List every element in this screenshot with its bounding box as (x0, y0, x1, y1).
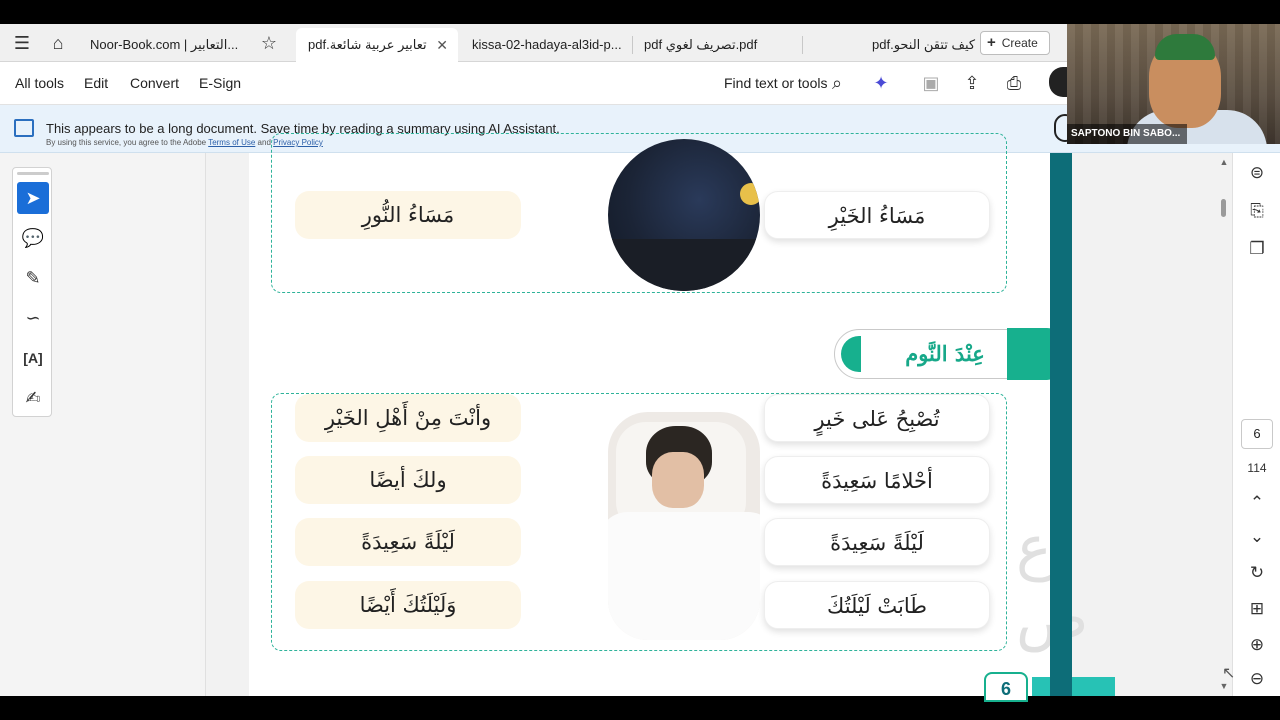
bookmark-icon[interactable]: ⎘ (1245, 199, 1269, 223)
document-summary-icon (14, 119, 34, 137)
video-call-overlay[interactable]: SAPTONO BIN SABO... (1067, 24, 1280, 144)
tab-nahw[interactable]: pdf.كيف تتقن النحو (860, 28, 976, 62)
home-icon[interactable]: ⌂ (47, 32, 69, 54)
tab-label: kissa-02-hadaya-al3id-p... (472, 37, 622, 52)
next-page-icon[interactable]: ⌄ (1245, 525, 1269, 549)
tab-label: pdf.كيف تتقن النحو (872, 37, 976, 52)
section-heading-text: عِنْدَ النَّوم (905, 341, 985, 366)
fit-page-icon[interactable]: ⊞ (1245, 597, 1269, 621)
select-tool-icon[interactable]: ➤ (17, 182, 49, 214)
menu-esign[interactable]: E-Sign (199, 75, 241, 91)
highlight-tool-icon[interactable]: ✎ (17, 262, 49, 294)
quick-tools: ➤ 💬 ✎ ∽ [A] ✍ (12, 167, 52, 417)
phrase-bubble: مَسَاءُ الخَيْرِ (764, 191, 990, 239)
drag-handle[interactable] (17, 172, 49, 175)
scroll-up-icon[interactable]: ▲ (1218, 157, 1230, 167)
blanket (608, 512, 760, 640)
heading-cap (841, 336, 861, 372)
tab-active-document[interactable]: pdf.تعابير عربية شائعة ✕ (296, 28, 458, 62)
plus-icon: + (987, 34, 996, 51)
comment-tool-icon[interactable]: 💬 (17, 222, 49, 254)
phrase-bubble: طَابَتْ لَيْلَتُكَ (764, 581, 990, 629)
pdf-page: مَسَاءُ الخَيْرِ مَسَاءُ النُّورِ عِنْدَ… (249, 133, 1115, 702)
ai-assistant-icon[interactable]: ✦ (869, 71, 893, 95)
sleeping-boy-image (608, 412, 760, 640)
draw-tool-icon[interactable]: ∽ (17, 302, 49, 334)
tab-tasreef[interactable]: pdf تصريف لغوي.pdf (632, 28, 802, 62)
create-button[interactable]: + Create (980, 31, 1050, 55)
left-tool-rail: ➤ 💬 ✎ ∽ [A] ✍ (0, 153, 206, 696)
tab-label: pdf تصريف لغوي.pdf (644, 37, 758, 52)
right-rail: ⊜ ⎘ ❐ 6 114 ⌃ ⌄ ↻ ⊞ ⊕ ⊖ (1232, 153, 1280, 696)
zoom-in-icon[interactable]: ⊕ (1245, 633, 1269, 657)
comments-panel-icon[interactable]: ⊜ (1245, 161, 1269, 185)
tab-separator (802, 36, 803, 54)
reply-bubble: وَلَيْلَتُكَ أَيْضًا (295, 581, 521, 629)
terms-link[interactable]: Terms of Use (208, 138, 255, 147)
zoom-out-icon[interactable]: ⊖ (1245, 667, 1269, 691)
upload-icon[interactable]: ⇪ (960, 71, 984, 95)
search-icon[interactable]: ⌕ (825, 71, 849, 95)
tab-label: Noor-Book.com | التعابير... (90, 37, 239, 52)
save-icon: ▣ (922, 73, 940, 93)
ground (608, 239, 760, 291)
close-icon[interactable]: ✕ (436, 28, 448, 62)
total-pages: 114 (1247, 461, 1267, 475)
star-icon[interactable]: ☆ (258, 32, 280, 54)
print-icon[interactable]: ⎙ (1002, 71, 1026, 95)
banner-legal-and: and (257, 138, 271, 147)
find-text-button[interactable]: Find text or tools (724, 75, 828, 91)
vertical-scrollbar[interactable]: ▲ ▼ (1218, 153, 1230, 696)
phrase-bubble: تُصْبِحُ عَلى خَيرٍ (764, 394, 990, 442)
moon (740, 183, 760, 205)
phrase-bubble: لَيْلَةً سَعِيدَةً (764, 518, 990, 566)
menu-convert[interactable]: Convert (130, 75, 179, 91)
reply-bubble: ولكَ أيضًا (295, 456, 521, 504)
page-number-band (1032, 677, 1115, 696)
tab-label: pdf.تعابير عربية شائعة (308, 37, 427, 52)
menu-icon[interactable]: ☰ (11, 32, 33, 54)
tab-kissa[interactable]: kissa-02-hadaya-al3id-p... (460, 28, 630, 62)
scroll-down-icon[interactable]: ▼ (1218, 681, 1230, 691)
document-viewport[interactable]: مَسَاءُ الخَيْرِ مَسَاءُ النُّورِ عِنْدَ… (206, 133, 1232, 702)
screen: ☰ ⌂ Noor-Book.com | التعابير... ☆ pdf.تع… (0, 0, 1280, 720)
reply-bubble: مَسَاءُ النُّورِ (295, 191, 521, 239)
phrase-bubble: أحْلامًا سَعِيدَةً (764, 456, 990, 504)
current-page-input[interactable]: 6 (1241, 419, 1273, 449)
participant-name: SAPTONO BIN SABO... (1067, 124, 1187, 144)
text-box-tool-icon[interactable]: [A] (17, 342, 49, 374)
face (652, 452, 704, 508)
menu-all-tools[interactable]: All tools (15, 75, 64, 91)
previous-page-icon[interactable]: ⌃ (1245, 491, 1269, 515)
reply-bubble: لَيْلَةً سَعِيدَةً (295, 518, 521, 566)
pages-panel-icon[interactable]: ❐ (1245, 237, 1269, 261)
scroll-thumb[interactable] (1221, 199, 1226, 217)
night-moon-image (608, 139, 760, 291)
section-heading: عِنْدَ النَّوم (834, 328, 1061, 380)
participant-cap (1155, 34, 1215, 60)
tab-noor-book[interactable]: Noor-Book.com | التعابير... (78, 28, 248, 62)
page-number-badge: 6 (984, 672, 1028, 702)
banner-legal-prefix: By using this service, you agree to the … (46, 138, 207, 147)
rotate-icon[interactable]: ↻ (1245, 561, 1269, 585)
menu-edit[interactable]: Edit (84, 75, 108, 91)
sign-tool-icon[interactable]: ✍ (17, 382, 49, 414)
reply-bubble: وأنْتَ مِنْ أَهْلِ الخَيْرِ (295, 394, 521, 442)
create-label: Create (1001, 36, 1038, 50)
page-side-band (1050, 153, 1072, 696)
mouse-cursor-icon: ↖ (1222, 665, 1236, 682)
